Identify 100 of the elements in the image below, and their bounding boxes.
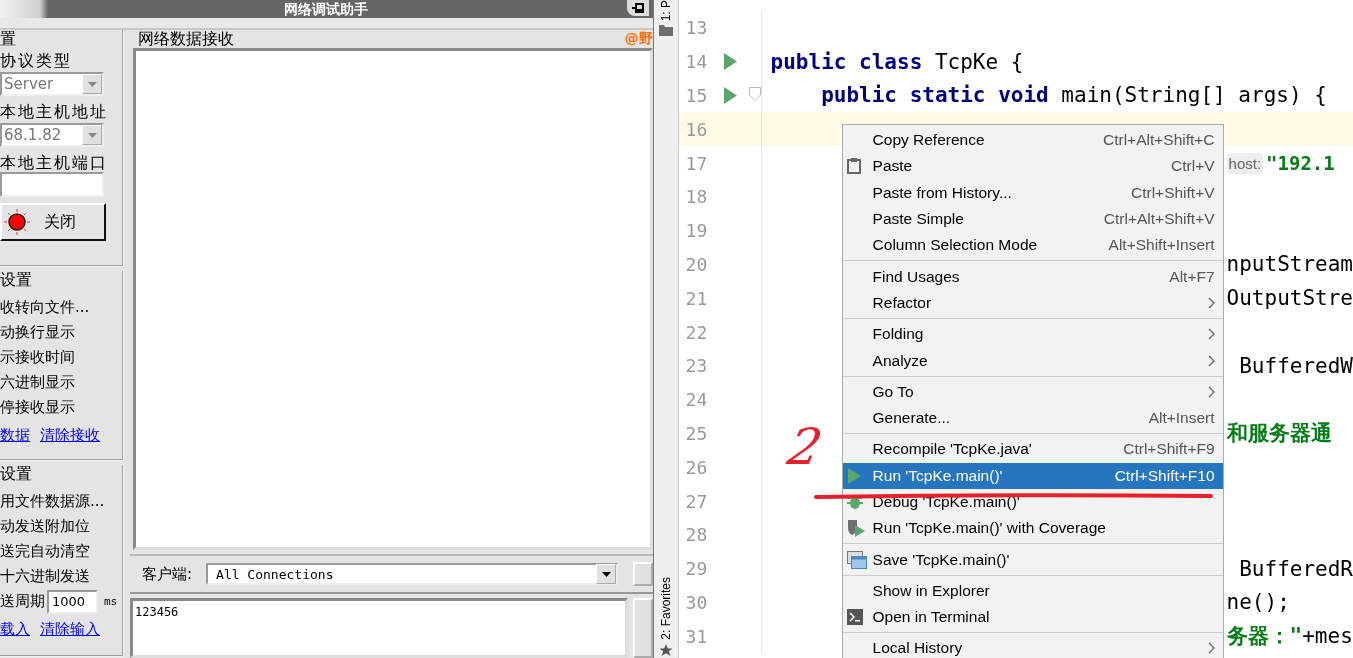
line-number: 31 xyxy=(685,625,709,647)
menu-item[interactable]: Paste from History... Ctrl+Shift+V xyxy=(842,179,1223,206)
dropdown-icon xyxy=(87,132,97,138)
period-field[interactable]: 1000 xyxy=(47,589,98,614)
code-text: public static void xyxy=(820,83,1049,108)
link[interactable]: 载入 xyxy=(0,620,30,639)
line-number: 27 xyxy=(685,490,709,512)
line-number: 14 xyxy=(685,51,709,73)
menu-item[interactable]: Paste Ctrl+V xyxy=(842,153,1223,180)
terminal-icon xyxy=(846,609,863,626)
line-number: 25 xyxy=(685,422,709,444)
code-text: 和服务器通 xyxy=(1226,420,1332,448)
code-text: OutputStre xyxy=(1226,286,1353,311)
client-label: 客户端: xyxy=(142,564,193,584)
code-text: nputStream xyxy=(1226,252,1353,277)
code-text: BufferedW xyxy=(1238,353,1353,378)
menu-item[interactable]: Run 'TcpKe.main()' Ctrl+Shift+F10 xyxy=(842,462,1223,489)
window-icon xyxy=(846,550,867,569)
line-number: 26 xyxy=(685,456,709,478)
option-label: 动发送附加位 xyxy=(0,516,91,537)
link[interactable]: 清除输入 xyxy=(40,620,100,639)
line-number: 21 xyxy=(685,287,709,309)
unit-label: ms xyxy=(104,595,118,608)
option-label: 送完自动清空 xyxy=(0,541,91,562)
menu-item[interactable]: Generate... Alt+Insert xyxy=(842,404,1223,432)
dropdown-icon xyxy=(87,81,97,87)
option-label: 六进制显示 xyxy=(0,372,76,393)
code-text: "192.1 xyxy=(1266,152,1335,175)
run-icon xyxy=(846,467,861,484)
menu-item[interactable]: Refactor xyxy=(842,289,1223,317)
line-number: 20 xyxy=(685,253,709,275)
group-title: 网络数据接收 xyxy=(138,30,234,48)
menu-item[interactable]: Local History xyxy=(842,635,1223,658)
line-number: 29 xyxy=(685,558,709,580)
protocol-select[interactable]: Server xyxy=(0,72,104,96)
code-text: TcpKe { xyxy=(933,49,1024,74)
code-text: ne(); xyxy=(1226,590,1290,615)
dropdown-icon xyxy=(601,571,611,577)
option-label: 十六进制发送 xyxy=(0,566,91,587)
option-label: 动换行显示 xyxy=(0,322,76,343)
window-title: 网络调试助手 xyxy=(284,0,369,18)
clipboard-icon xyxy=(846,158,861,175)
tool-tab[interactable]: 2: Favorites xyxy=(658,577,673,640)
line-number: 15 xyxy=(685,85,709,106)
line-number: 22 xyxy=(685,321,709,343)
link[interactable]: 数据 xyxy=(0,426,30,445)
fold-icon[interactable] xyxy=(748,86,761,101)
coverage-icon xyxy=(846,519,865,538)
field-label: 本地主机地址 xyxy=(0,102,109,121)
menu-item[interactable]: Run 'TcpKe.main()' with Coverage xyxy=(842,515,1223,542)
parameter-hint: host: xyxy=(1226,152,1264,174)
link[interactable]: 清除接收 xyxy=(40,426,100,445)
line-number: 30 xyxy=(685,591,709,613)
line-number: 28 xyxy=(685,524,709,546)
star-icon xyxy=(658,644,673,656)
code-text: +mes xyxy=(1302,624,1353,649)
menu-item[interactable]: Go To xyxy=(842,378,1223,405)
side-button[interactable] xyxy=(632,562,653,587)
option-label: 用文件数据源... xyxy=(0,491,106,512)
group-title: 设置 xyxy=(0,465,32,483)
menu-item[interactable]: Copy Reference Ctrl+Alt+Shift+C xyxy=(842,127,1223,154)
indicator-light-icon xyxy=(4,209,30,235)
menu-item[interactable]: Open in Terminal xyxy=(842,604,1223,631)
close-button[interactable]: 关闭 xyxy=(0,203,106,241)
line-number: 24 xyxy=(685,389,709,411)
menu-item[interactable]: Folding xyxy=(842,321,1223,348)
option-label: 停接收显示 xyxy=(0,397,76,418)
code-text: public class xyxy=(770,49,923,74)
menu-item[interactable]: Paste Simple Ctrl+Alt+Shift+V xyxy=(842,205,1223,233)
line-number: 16 xyxy=(685,118,709,140)
group-title: 设置 xyxy=(0,271,32,289)
code-text: BufferedR xyxy=(1238,556,1353,581)
client-select[interactable]: All Connections xyxy=(206,563,619,586)
line-number: 23 xyxy=(685,355,709,377)
field-label: 协议类型 xyxy=(0,51,73,70)
send-area[interactable]: 123456 xyxy=(130,598,628,658)
code-text: 务器：" xyxy=(1226,623,1303,651)
menu-item[interactable]: Show in Explorer xyxy=(842,577,1223,605)
side-button[interactable] xyxy=(632,598,653,658)
menu-item[interactable]: Column Selection Mode Alt+Shift+Insert xyxy=(842,232,1223,259)
tool-tab[interactable]: 1: P xyxy=(658,0,673,22)
line-number: 19 xyxy=(685,220,709,242)
pin-icon xyxy=(630,2,645,14)
run-icon[interactable] xyxy=(723,87,737,104)
host-select[interactable]: 68.1.82 xyxy=(0,123,104,147)
run-icon[interactable] xyxy=(723,53,737,71)
menu-item[interactable]: Recompile 'TcpKe.java' Ctrl+Shift+F9 xyxy=(842,436,1223,463)
menu-item[interactable]: Find Usages Alt+F7 xyxy=(842,263,1223,290)
option-label: 收转向文件... xyxy=(0,297,91,318)
pin-button[interactable] xyxy=(626,0,649,16)
port-field[interactable] xyxy=(0,172,104,197)
handwritten-mark: 2 xyxy=(783,422,826,472)
brand-text: @野 xyxy=(624,30,653,48)
code-text: main(String[] args) { xyxy=(1060,83,1327,108)
field-label: 送周期 xyxy=(0,591,45,612)
menu-item[interactable]: Save 'TcpKe.main()' xyxy=(842,546,1223,573)
line-number: 18 xyxy=(685,186,709,208)
field-label: 本地主机端口 xyxy=(0,153,109,172)
menu-item[interactable]: Analyze xyxy=(842,347,1223,374)
folder-icon xyxy=(658,25,673,37)
